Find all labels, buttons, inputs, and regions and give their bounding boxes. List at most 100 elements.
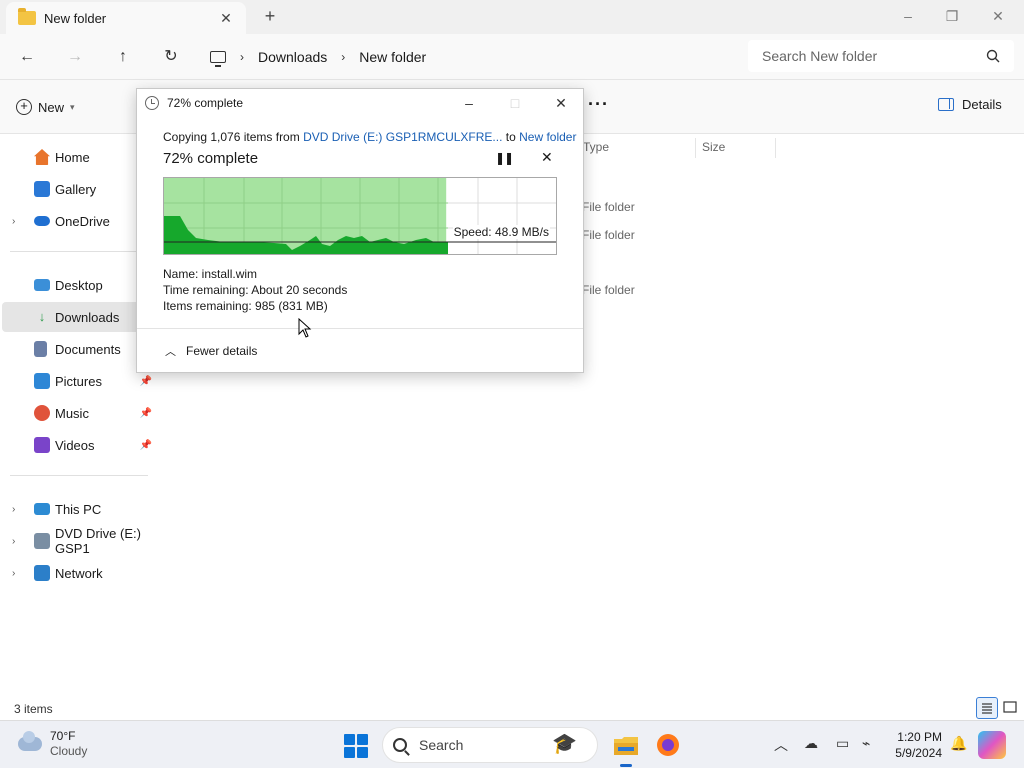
fewer-details-button[interactable]: ︿ Fewer details <box>165 343 257 359</box>
details-view-button[interactable] <box>976 697 998 719</box>
dialog-maximize-button: □ <box>510 95 520 111</box>
folder-icon <box>18 8 36 25</box>
up-arrow-icon[interactable]: ↑ <box>108 44 138 70</box>
items-remaining: Items remaining: 985 (831 MB) <box>163 299 328 313</box>
sidebar-item-dvd-drive[interactable]: › DVD Drive (E:) GSP1 <box>2 526 156 556</box>
table-row[interactable]: File folder <box>582 228 635 242</box>
notification-bell-icon[interactable]: 🔔 <box>950 735 967 752</box>
column-header-size[interactable]: Size <box>702 140 725 154</box>
tab-new-folder[interactable]: New folder ✕ <box>6 2 246 34</box>
maximize-button[interactable]: ❐ <box>932 4 972 28</box>
start-button[interactable] <box>344 734 368 758</box>
see-more-button[interactable]: ··· <box>588 94 609 115</box>
sidebar-item-downloads[interactable]: ↓ Downloads <box>2 302 156 332</box>
back-arrow-icon[interactable]: ← <box>12 44 42 70</box>
file-explorer-taskbar-icon[interactable] <box>610 729 642 767</box>
chevron-right-icon[interactable]: › <box>341 50 345 64</box>
system-clock[interactable]: 1:20 PM 5/9/2024 <box>890 729 942 761</box>
this-pc-icon[interactable] <box>210 51 226 67</box>
source-link[interactable]: DVD Drive (E:) GSP1RMCULXFRE... <box>303 130 502 144</box>
sidebar-item-pictures[interactable]: Pictures 📌 <box>2 366 156 396</box>
sidebar-item-gallery[interactable]: Gallery <box>2 174 156 204</box>
home-icon <box>34 149 50 165</box>
onedrive-sync-icon[interactable]: ☁ <box>804 735 818 752</box>
sidebar-item-network[interactable]: › Network <box>2 558 156 588</box>
details-button[interactable]: Details <box>938 97 1002 112</box>
search-input[interactable] <box>762 48 986 64</box>
chevron-up-icon[interactable]: ︿ <box>774 735 788 755</box>
breadcrumb-new-folder[interactable]: New folder <box>359 49 426 65</box>
divider <box>137 328 583 329</box>
tab-close-icon[interactable]: ✕ <box>214 10 238 27</box>
remaining-grid <box>448 178 556 254</box>
breadcrumb[interactable]: › Downloads › New folder <box>210 42 426 72</box>
address-bar-row: ← → ↑ ↻ › Downloads › New folder <box>0 34 1024 80</box>
desktop-icon <box>34 279 50 291</box>
pin-icon[interactable]: 📌 <box>140 408 152 419</box>
this-pc-icon <box>34 503 50 515</box>
clock-time: 1:20 PM <box>897 730 942 744</box>
new-tab-button[interactable]: + <box>258 6 282 27</box>
file-name: Name: install.wim <box>163 267 258 281</box>
table-row[interactable]: File folder <box>582 283 635 297</box>
pause-button[interactable]: ❚❚ <box>495 151 514 165</box>
sidebar-item-documents[interactable]: Documents <box>2 334 156 364</box>
taskbar: 70°F Cloudy Search 🎓 ︿ ☁ ▭ ⌁ 1:20 PM 5/9… <box>0 720 1024 768</box>
network-status-icon[interactable]: ⌁ <box>862 735 870 752</box>
clock-icon <box>145 96 159 110</box>
weather-widget[interactable]: 70°F Cloudy <box>18 729 87 759</box>
pin-icon[interactable]: 📌 <box>140 376 152 387</box>
status-item-count: 3 items <box>14 702 53 716</box>
stop-button[interactable]: ✕ <box>541 149 553 166</box>
tiles-view-button[interactable] <box>1000 697 1022 719</box>
search-box[interactable] <box>748 40 1014 72</box>
copy-description: Copying 1,076 items from DVD Drive (E:) … <box>163 130 577 144</box>
gallery-icon <box>34 181 50 197</box>
documents-icon <box>34 341 47 357</box>
percent-complete: 72% complete <box>163 150 259 167</box>
dialog-close-button[interactable]: ✕ <box>547 93 575 113</box>
column-header-type[interactable]: Type <box>583 140 609 154</box>
close-window-button[interactable]: ✕ <box>978 4 1018 28</box>
music-icon <box>34 405 50 421</box>
sidebar-item-onedrive[interactable]: › OneDrive <box>2 206 156 236</box>
display-icon[interactable]: ▭ <box>836 735 849 752</box>
chevron-right-icon[interactable]: › <box>12 504 15 515</box>
table-row[interactable]: File folder <box>582 200 635 214</box>
chevron-right-icon[interactable]: › <box>12 216 15 227</box>
graduation-cap-icon[interactable]: 🎓 <box>552 731 577 756</box>
column-divider[interactable] <box>775 138 776 158</box>
downloads-icon: ↓ <box>38 309 46 324</box>
sidebar-item-videos[interactable]: Videos 📌 <box>2 430 156 460</box>
column-divider[interactable] <box>695 138 696 158</box>
firefox-taskbar-icon[interactable] <box>652 729 684 761</box>
chevron-right-icon[interactable]: › <box>12 568 15 579</box>
breadcrumb-downloads[interactable]: Downloads <box>258 49 327 65</box>
new-label: New <box>38 99 65 115</box>
new-button[interactable]: + New ▾ <box>16 94 75 120</box>
pictures-icon <box>34 373 50 389</box>
sidebar-item-this-pc[interactable]: › This PC <box>2 494 156 524</box>
refresh-icon[interactable]: ↻ <box>156 44 186 70</box>
clock-date: 5/9/2024 <box>895 746 942 760</box>
sidebar-item-music[interactable]: Music 📌 <box>2 398 156 428</box>
divider <box>10 475 148 476</box>
sidebar-item-desktop[interactable]: Desktop <box>2 270 156 300</box>
dialog-minimize-button[interactable]: – <box>455 93 483 113</box>
forward-arrow-icon[interactable]: → <box>60 44 90 70</box>
details-pane-icon <box>938 98 954 111</box>
tab-title: New folder <box>44 10 107 26</box>
cloud-icon <box>18 731 42 751</box>
copilot-icon[interactable] <box>978 731 1006 759</box>
chevron-right-icon[interactable]: › <box>240 50 244 64</box>
destination-link[interactable]: New folder <box>519 130 576 144</box>
chevron-right-icon[interactable]: › <box>12 536 15 547</box>
chevron-up-icon: ︿ <box>165 346 176 358</box>
time-remaining: Time remaining: About 20 seconds <box>163 283 348 297</box>
pin-icon[interactable]: 📌 <box>140 440 152 451</box>
sidebar-item-home[interactable]: Home <box>2 142 156 172</box>
copy-progress-dialog: 72% complete – □ ✕ Copying 1,076 items f… <box>136 88 584 373</box>
network-icon <box>34 565 50 581</box>
minimize-button[interactable]: – <box>888 4 928 28</box>
dvd-drive-icon <box>34 533 50 549</box>
